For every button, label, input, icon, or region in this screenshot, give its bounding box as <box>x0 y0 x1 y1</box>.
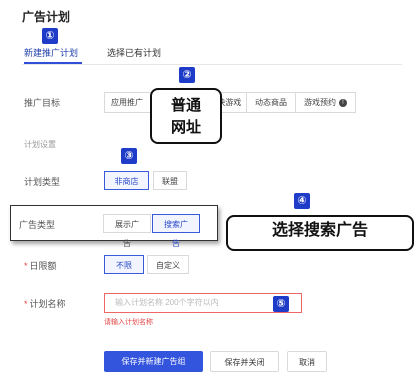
callout-choose-search-ad: 选择搜索广告 <box>226 215 414 251</box>
plan-name-input[interactable]: 输入计划名称 200个字符以内 <box>104 293 302 313</box>
daily-budget-label: * 日限额 <box>24 259 57 272</box>
plan-type-option-non-store[interactable]: 非商店 <box>104 171 149 190</box>
plan-name-label: * 计划名称 <box>24 297 66 310</box>
promo-goal-option-game-reservation[interactable]: 游戏预约! <box>296 93 355 112</box>
info-icon: ! <box>339 98 347 107</box>
daily-budget-option-unlimited[interactable]: 不限 <box>104 255 144 274</box>
save-and-close-button[interactable]: 保存并关闭 <box>210 351 279 372</box>
section-plan-settings: 计划设置 <box>24 140 56 149</box>
ad-type-option-search[interactable]: 搜索广告 <box>152 214 200 248</box>
callout-normal-url-line1: 普通 <box>170 97 201 114</box>
promo-goal-options: 应用推广 快应用/快游戏 动态商品 游戏预约! <box>104 92 356 113</box>
page-title: 广告计划 <box>22 10 71 24</box>
ad-type-label: 广告类型 <box>19 220 56 230</box>
callout-normal-url: 普通 网址 <box>150 88 222 144</box>
plan-name-label-text: 计划名称 <box>29 299 66 309</box>
required-mark: * <box>24 299 28 309</box>
required-mark: * <box>24 261 28 271</box>
step-badge-1: ① <box>42 28 58 44</box>
step-badge-2: ② <box>179 67 195 83</box>
plan-name-error: 请输入计划名称 <box>104 319 153 326</box>
ad-type-option-display[interactable]: 展示广告 <box>103 214 151 248</box>
promo-goal-option-dynamic-goods[interactable]: 动态商品 <box>247 93 296 112</box>
cancel-button[interactable]: 取消 <box>287 351 327 372</box>
tab-new-plan[interactable]: 新建推广计划 <box>24 46 78 59</box>
callout-normal-url-line2: 网址 <box>170 119 201 136</box>
tab-existing-plan[interactable]: 选择已有计划 <box>107 46 161 59</box>
promo-goal-label: 推广目标 <box>24 98 61 108</box>
tabs-divider <box>22 64 402 65</box>
step-badge-3: ③ <box>121 148 137 164</box>
daily-budget-label-text: 日限额 <box>29 261 57 271</box>
promo-goal-option-game-reservation-label: 游戏预约 <box>304 98 336 107</box>
plan-type-label: 计划类型 <box>24 177 61 187</box>
step-badge-4: ④ <box>294 193 310 209</box>
save-and-new-ad-group-button[interactable]: 保存并新建广告组 <box>104 351 203 372</box>
daily-budget-option-custom[interactable]: 自定义 <box>147 255 189 274</box>
plan-type-option-alliance[interactable]: 联盟 <box>153 171 187 190</box>
